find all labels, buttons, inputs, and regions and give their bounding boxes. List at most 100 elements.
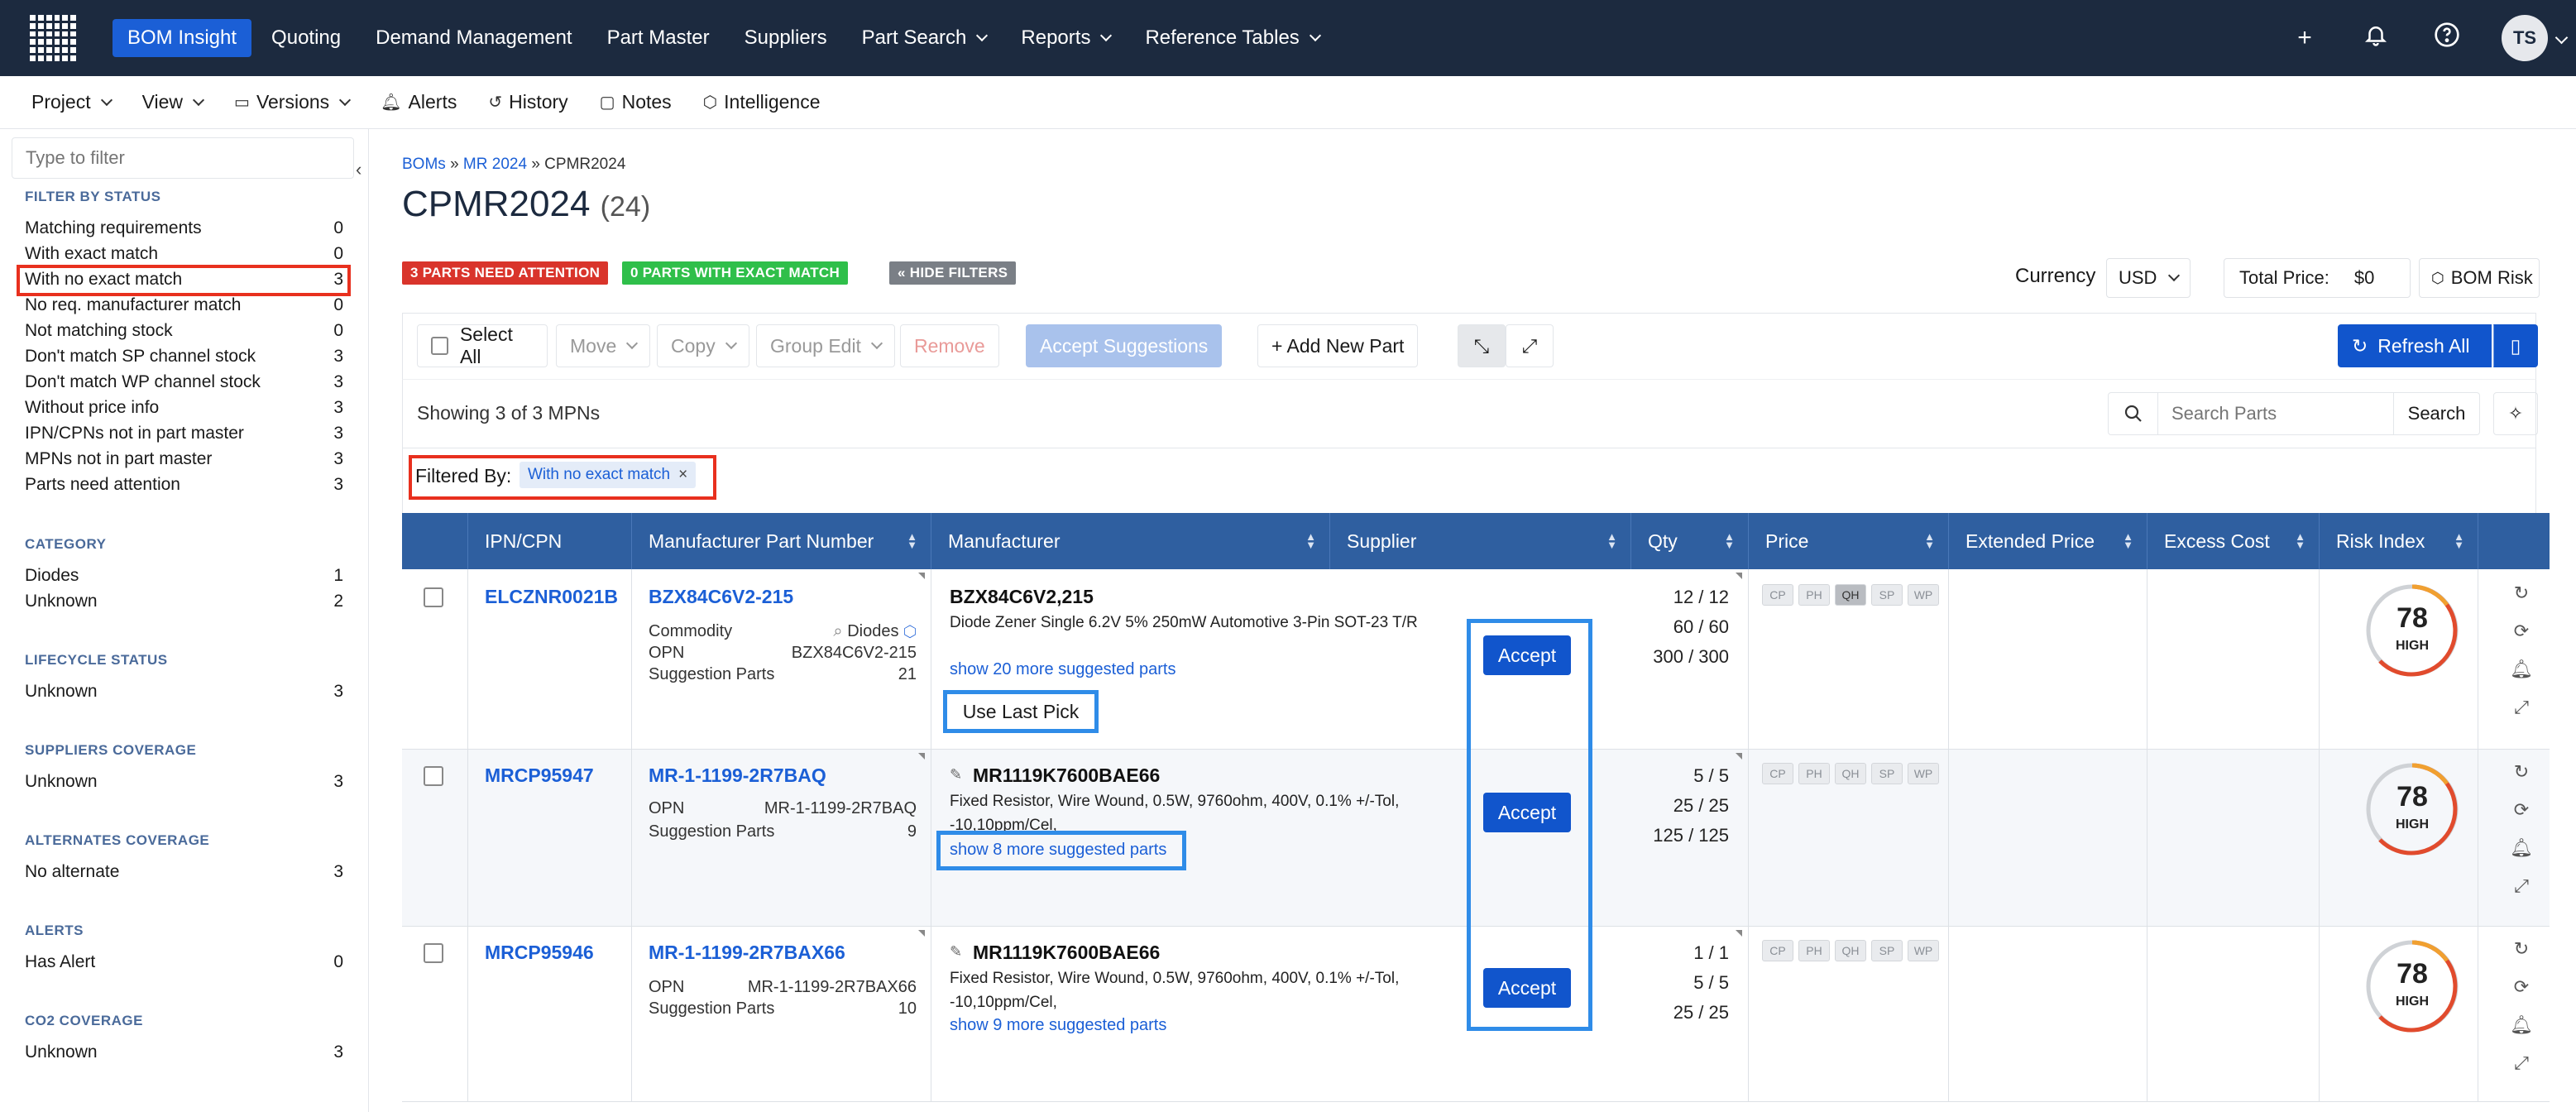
- expand-icon[interactable]: ⤢: [2514, 875, 2529, 897]
- refresh-options-button[interactable]: ▯: [2493, 324, 2538, 367]
- status-with-exact-match[interactable]: With exact match 0: [25, 244, 343, 264]
- status-without-price-info[interactable]: Without price info 3: [25, 398, 343, 418]
- expand-icon[interactable]: ⤢: [2514, 1052, 2529, 1074]
- status-ipn-not-in-part-master[interactable]: IPN/CPNs not in part master 3: [25, 424, 343, 443]
- refresh-all-button[interactable]: ↻ Refresh All: [2338, 324, 2492, 367]
- view-menu[interactable]: View: [142, 91, 205, 113]
- status-matching-requirements[interactable]: Matching requirements 0: [25, 218, 343, 238]
- move-button[interactable]: Move: [556, 324, 651, 367]
- copy-button[interactable]: Copy: [657, 324, 749, 367]
- alerts-link[interactable]: 🔔︎ Alerts: [381, 91, 457, 113]
- badge-exact-match[interactable]: 0 PARTS WITH EXACT MATCH: [622, 261, 849, 285]
- pill-cp[interactable]: CP: [1762, 940, 1793, 961]
- app-logo-icon[interactable]: [30, 15, 76, 61]
- header-extended-price[interactable]: Extended Price ▲ ▼: [1949, 513, 2147, 569]
- ipn-link[interactable]: ELCZNR0021B: [485, 586, 618, 608]
- pill-sp[interactable]: SP: [1871, 940, 1903, 961]
- row-checkbox[interactable]: [424, 943, 443, 963]
- header-supplier[interactable]: Supplier ▲ ▼: [1330, 513, 1631, 569]
- plus-icon[interactable]: +: [2288, 24, 2321, 52]
- nav-reference-tables[interactable]: Reference Tables: [1130, 19, 1333, 57]
- bell-icon[interactable]: 🔔︎: [2510, 659, 2533, 680]
- refresh-icon[interactable]: ↻: [2514, 582, 2529, 604]
- currency-select[interactable]: USD: [2106, 258, 2191, 298]
- notes-link[interactable]: ▢ Notes: [600, 91, 672, 113]
- bom-risk-button[interactable]: ⬡ BOM Risk: [2419, 258, 2540, 298]
- header-qty[interactable]: Qty ▲ ▼: [1631, 513, 1749, 569]
- bell-icon[interactable]: 🔔︎: [2510, 1014, 2533, 1036]
- sidebar-filter-input[interactable]: [12, 137, 354, 179]
- bell-icon[interactable]: 🔔︎: [2510, 837, 2533, 859]
- expand-rows-button[interactable]: ⤢: [1506, 324, 1554, 367]
- bell-icon[interactable]: [2359, 22, 2392, 54]
- pill-qh[interactable]: QH: [1835, 763, 1866, 784]
- use-last-pick-button[interactable]: Use Last Pick: [943, 690, 1099, 733]
- refresh-icon[interactable]: ↻: [2514, 938, 2529, 960]
- mpn-link[interactable]: MR-1-1199-2R7BAX66: [649, 942, 845, 964]
- row-checkbox[interactable]: [424, 587, 443, 607]
- link-icon[interactable]: ⟳: [2514, 976, 2529, 998]
- badge-parts-need-attention[interactable]: 3 PARTS NEED ATTENTION: [402, 261, 609, 285]
- header-ipn-cpn[interactable]: IPN/CPN: [468, 513, 632, 569]
- mpn-link[interactable]: MR-1-1199-2R7BAQ: [649, 764, 826, 787]
- accept-suggestions-button[interactable]: Accept Suggestions: [1026, 324, 1223, 367]
- remove-button[interactable]: Remove: [900, 324, 999, 367]
- project-menu[interactable]: Project: [31, 91, 113, 113]
- link-icon[interactable]: ⟳: [2514, 799, 2529, 821]
- help-icon[interactable]: [2430, 22, 2463, 55]
- pill-ph[interactable]: PH: [1798, 763, 1830, 784]
- expand-icon[interactable]: ⤢: [2514, 697, 2529, 718]
- pill-qh[interactable]: QH: [1835, 940, 1866, 961]
- status-dont-match-sp-channel[interactable]: Don't match SP channel stock 3: [25, 347, 343, 367]
- pill-wp[interactable]: WP: [1908, 584, 1939, 606]
- pill-wp[interactable]: WP: [1908, 763, 1939, 784]
- breadcrumb-boms-link[interactable]: BOMs: [402, 156, 446, 173]
- nav-bom-insight[interactable]: BOM Insight: [113, 19, 252, 57]
- history-link[interactable]: ↺ History: [488, 91, 567, 113]
- pill-cp[interactable]: CP: [1762, 584, 1793, 606]
- mpn-link[interactable]: BZX84C6V2-215: [649, 586, 793, 608]
- refresh-icon[interactable]: ↻: [2514, 761, 2529, 783]
- group-edit-button[interactable]: Group Edit: [756, 324, 895, 367]
- chevron-left-icon[interactable]: ‹: [356, 159, 362, 180]
- sparkle-icon[interactable]: ✧: [2493, 392, 2538, 435]
- select-all-checkbox[interactable]: [431, 337, 448, 355]
- pill-cp[interactable]: CP: [1762, 763, 1793, 784]
- nav-part-search[interactable]: Part Search: [847, 19, 1002, 57]
- pill-wp[interactable]: WP: [1908, 940, 1939, 961]
- search-button[interactable]: Search: [2393, 393, 2479, 434]
- lifecycle-unknown[interactable]: Unknown 3: [25, 682, 343, 702]
- link-icon[interactable]: ⟳: [2514, 621, 2529, 642]
- nav-part-master[interactable]: Part Master: [592, 19, 725, 57]
- status-dont-match-wp-channel[interactable]: Don't match WP channel stock 3: [25, 372, 343, 392]
- status-parts-need-attention[interactable]: Parts need attention 3: [25, 475, 343, 495]
- ipn-link[interactable]: MRCP95946: [485, 942, 594, 964]
- user-avatar[interactable]: TS: [2502, 15, 2548, 61]
- show-more-suggested-link[interactable]: show 9 more suggested parts: [950, 1016, 1166, 1035]
- nav-reports[interactable]: Reports: [1006, 19, 1125, 57]
- co2-unknown[interactable]: Unknown 3: [25, 1042, 343, 1062]
- alternates-no-alternate[interactable]: No alternate 3: [25, 862, 343, 882]
- header-manufacturer[interactable]: Manufacturer ▲ ▼: [931, 513, 1330, 569]
- nav-quoting[interactable]: Quoting: [256, 19, 356, 57]
- suppliers-unknown[interactable]: Unknown 3: [25, 772, 343, 792]
- header-risk-index[interactable]: Risk Index ▲ ▼: [2320, 513, 2478, 569]
- pill-ph[interactable]: PH: [1798, 584, 1830, 606]
- header-mpn[interactable]: Manufacturer Part Number ▲ ▼: [632, 513, 931, 569]
- category-unknown[interactable]: Unknown 2: [25, 592, 343, 611]
- add-new-part-button[interactable]: + Add New Part: [1257, 324, 1419, 367]
- row-checkbox[interactable]: [424, 766, 443, 786]
- nav-suppliers[interactable]: Suppliers: [730, 19, 842, 57]
- search-parts-input[interactable]: [2158, 393, 2393, 434]
- select-all-button[interactable]: Select All: [417, 324, 548, 367]
- status-mpn-not-in-part-master[interactable]: MPNs not in part master 3: [25, 449, 343, 469]
- category-diodes[interactable]: Diodes 1: [25, 566, 343, 586]
- hide-filters-button[interactable]: « HIDE FILTERS: [889, 261, 1017, 285]
- pill-sp[interactable]: SP: [1871, 584, 1903, 606]
- breadcrumb-project-link[interactable]: MR 2024: [463, 156, 527, 173]
- alerts-has-alert[interactable]: Has Alert 0: [25, 952, 343, 972]
- header-price[interactable]: Price ▲ ▼: [1749, 513, 1949, 569]
- status-no-req-manufacturer-match[interactable]: No req. manufacturer match 0: [25, 295, 343, 315]
- ipn-link[interactable]: MRCP95947: [485, 764, 594, 787]
- pill-ph[interactable]: PH: [1798, 940, 1830, 961]
